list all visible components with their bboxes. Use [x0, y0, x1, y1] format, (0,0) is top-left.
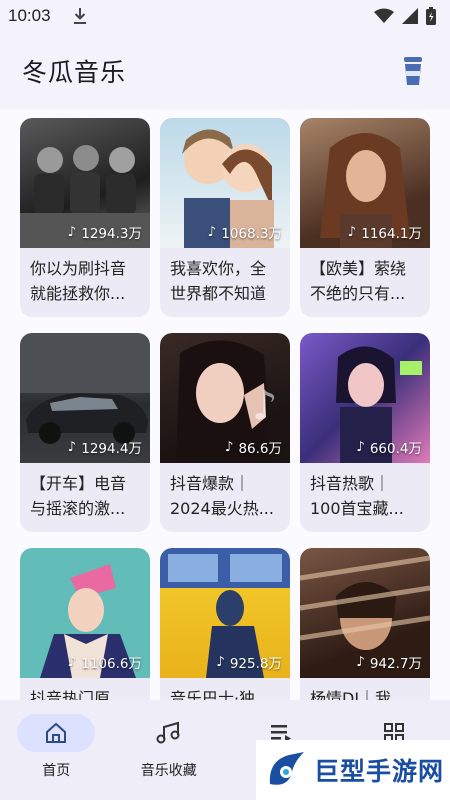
playlist-cover: ♪ ♪ 86.6万	[160, 333, 290, 463]
playlist-card[interactable]: ♪ 1164.1万 【欧美】萦绕不绝的只有...	[300, 118, 430, 317]
app-bar: 冬瓜音乐	[0, 32, 450, 110]
status-icons	[374, 7, 436, 25]
playlist-card[interactable]: ♪ 925.8万 音乐巴士·独...	[160, 548, 290, 700]
playlist-title: 你以为刷抖音就能拯救你...	[30, 259, 127, 303]
music-note-icon: ♪	[224, 439, 234, 455]
cup-icon	[404, 57, 422, 85]
playlist-card[interactable]: ♪ 942.7万 杨情DJ｜我有...	[300, 548, 430, 700]
playlist-card[interactable]: ♪ 660.4万 抖音热歌｜100首宝藏...	[300, 333, 430, 532]
playlist-title: 抖音热门原创...	[30, 689, 111, 700]
watermark: 巨型手游网	[256, 740, 450, 800]
play-count: ♪ 86.6万	[224, 439, 282, 457]
play-count: ♪ 942.7万	[356, 654, 422, 672]
play-count: ♪ 1294.3万	[67, 224, 142, 242]
playlist-title: 抖音爆款｜2024最火热...	[170, 474, 274, 518]
coffee-cup-button[interactable]	[398, 53, 428, 89]
playlist-cover: ♪ 1164.1万	[300, 118, 430, 248]
home-icon	[46, 722, 67, 743]
playlist-card[interactable]: ♪ 1106.6万 抖音热门原创...	[20, 548, 150, 700]
wifi-icon	[374, 8, 394, 23]
music-note-icon: ♪	[347, 224, 357, 240]
play-count: ♪ 1294.4万	[67, 439, 142, 457]
music-note-icon: ♪	[207, 224, 217, 240]
playlist-cover: ♪ 1068.3万	[160, 118, 290, 248]
nav-favorites-label: 音乐收藏	[140, 763, 197, 779]
playlist-card[interactable]: ♪ 1294.3万 你以为刷抖音就能拯救你...	[20, 118, 150, 317]
playlist-grid: ♪ 1294.3万 你以为刷抖音就能拯救你... ♪ 1068.3万 我喜欢你，…	[0, 110, 450, 700]
playlist-cover: ♪ 1106.6万	[20, 548, 150, 678]
app-title: 冬瓜音乐	[22, 58, 127, 87]
playlist-grid-area[interactable]: ♪ 1294.3万 你以为刷抖音就能拯救你... ♪ 1068.3万 我喜欢你，…	[0, 110, 450, 700]
play-count: ♪ 1068.3万	[207, 224, 282, 242]
play-count: ♪ 1106.6万	[67, 654, 142, 672]
nav-home-indicator	[17, 714, 96, 752]
status-time: 10:03	[8, 6, 51, 25]
playlist-card[interactable]: ♪ ♪ 86.6万 抖音爆款｜2024最火热...	[160, 333, 290, 532]
music-note-icon: ♪	[67, 224, 77, 240]
nav-home[interactable]: 首页	[0, 700, 113, 800]
play-count: ♪ 925.8万	[216, 654, 282, 672]
playlist-card[interactable]: ♪ 1068.3万 我喜欢你，全世界都不知道	[160, 118, 290, 317]
music-note-icon: ♪	[356, 439, 365, 455]
music-note-icon: ♪	[67, 654, 77, 670]
playlist-cover: ♪ 1294.3万	[20, 118, 150, 248]
playlist-title: 抖音热歌｜100首宝藏...	[310, 474, 404, 518]
playlist-title: 【欧美】萦绕不绝的只有...	[310, 259, 407, 303]
playlist-cover: ♪ 925.8万	[160, 548, 290, 678]
watermark-text: 巨型手游网	[314, 757, 445, 786]
playlist-title: 我喜欢你，全世界都不知道	[170, 259, 267, 303]
playlist-cover: ♪ 660.4万	[300, 333, 430, 463]
playlist-title: 【开车】电音与摇滚的激...	[30, 474, 127, 518]
music-note-icon: ♪	[216, 654, 225, 670]
music-notes-icon	[156, 721, 180, 744]
svg-text:♪: ♪	[252, 383, 278, 429]
nav-favorites[interactable]: 音乐收藏	[113, 700, 226, 800]
download-icon	[73, 7, 87, 25]
signal-icon	[402, 8, 418, 24]
playlist-cover: ♪ 942.7万	[300, 548, 430, 678]
music-note-icon: ♪	[356, 654, 365, 670]
watermark-logo-icon	[269, 752, 304, 785]
nav-home-label: 首页	[42, 763, 71, 779]
status-bar: 10:03	[0, 0, 450, 32]
play-count: ♪ 660.4万	[356, 439, 422, 457]
playlist-cover: ♪ 1294.4万	[20, 333, 150, 463]
battery-icon	[426, 7, 436, 25]
playlist-card[interactable]: ♪ 1294.4万 【开车】电音与摇滚的激...	[20, 333, 150, 532]
playlist-title: 音乐巴士·独...	[170, 689, 271, 700]
play-count: ♪ 1164.1万	[347, 224, 422, 242]
playlist-title: 杨情DJ｜我有...	[310, 689, 392, 700]
music-note-icon: ♪	[67, 439, 77, 455]
